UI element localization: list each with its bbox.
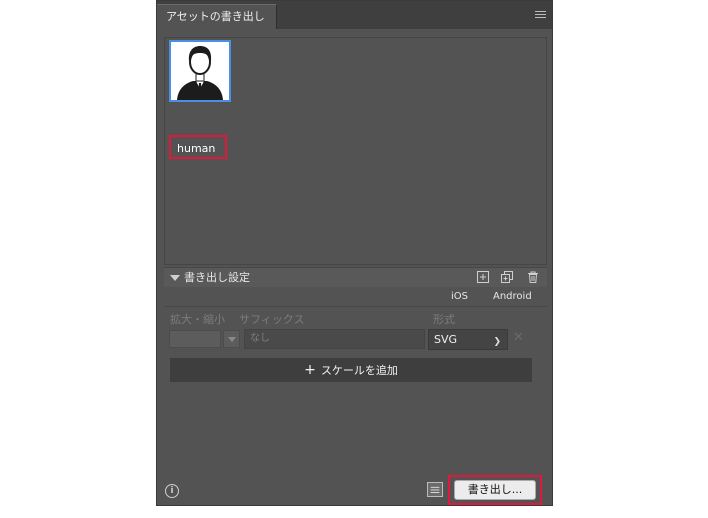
duplicate-icon[interactable] xyxy=(500,270,514,284)
export-settings-title: 書き出し設定 xyxy=(184,271,250,284)
add-icon[interactable] xyxy=(476,270,490,284)
asset-grid: human xyxy=(164,37,547,265)
info-icon[interactable]: i xyxy=(165,484,179,498)
export-assets-panel: アセットの書き出し human 書き出し設定 iOS Android 拡大・縮小… xyxy=(156,0,553,506)
format-column-label: 形式 xyxy=(433,313,455,326)
scale-column-label: 拡大・縮小 xyxy=(170,313,225,326)
panel-footer: i 書き出し... xyxy=(157,475,552,505)
add-scale-button[interactable]: + スケールを追加 xyxy=(170,358,532,382)
chevron-down-icon: ❯ xyxy=(493,337,501,347)
add-scale-label: スケールを追加 xyxy=(320,364,398,377)
format-select[interactable]: SVG ❯ xyxy=(428,329,508,350)
preset-android[interactable]: Android xyxy=(493,291,532,302)
suffix-column-label: サフィックス xyxy=(239,313,305,326)
user-icon xyxy=(171,42,229,100)
export-button[interactable]: 書き出し... xyxy=(454,480,536,500)
panel-tab-bar: アセットの書き出し xyxy=(157,1,552,29)
list-icon[interactable] xyxy=(427,482,443,497)
format-value: SVG xyxy=(434,333,458,346)
panel-menu-icon[interactable] xyxy=(535,11,546,19)
trash-icon[interactable] xyxy=(526,270,540,284)
collapse-triangle-icon[interactable] xyxy=(170,275,180,281)
asset-thumbnail[interactable] xyxy=(169,40,231,102)
preset-ios[interactable]: iOS xyxy=(451,291,468,302)
export-settings-header[interactable]: 書き出し設定 xyxy=(164,267,547,287)
scale-select[interactable] xyxy=(169,330,221,348)
suffix-input[interactable]: なし xyxy=(244,329,425,349)
tab-export-assets[interactable]: アセットの書き出し xyxy=(157,4,277,29)
scale-dropdown-button[interactable] xyxy=(223,330,240,348)
asset-name-label[interactable]: human xyxy=(169,135,228,159)
close-icon[interactable]: ✕ xyxy=(513,330,524,345)
plus-icon: + xyxy=(304,362,316,378)
